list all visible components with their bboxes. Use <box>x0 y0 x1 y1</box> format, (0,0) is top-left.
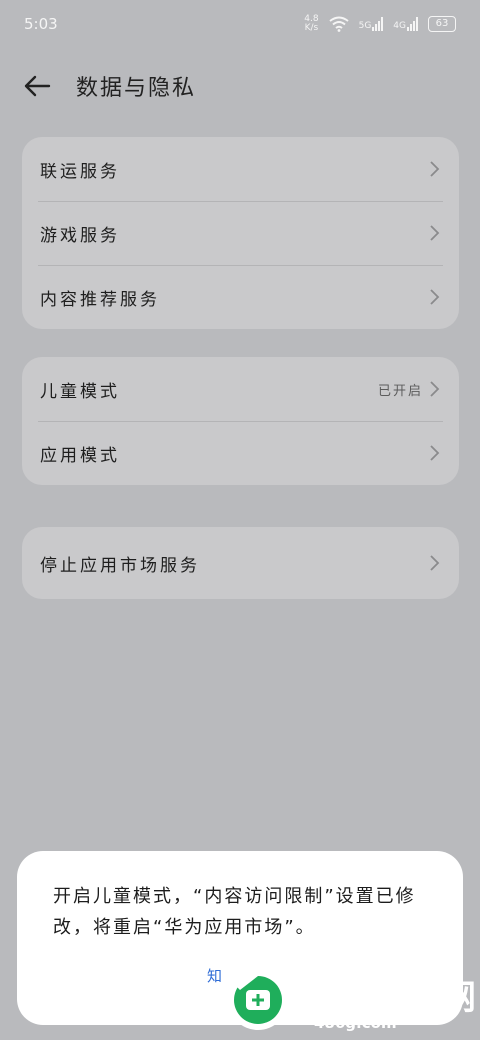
settings-item-label: 儿童模式 <box>40 381 120 402</box>
chevron-right-icon <box>430 225 440 241</box>
settings-group-stop: 停止应用市场服务 <box>22 527 459 599</box>
settings-item-label: 内容推荐服务 <box>40 289 160 310</box>
watermark-logo-icon <box>228 970 288 1030</box>
signal-icon: 5G <box>359 17 384 31</box>
sim1-label: 5G <box>358 21 372 31</box>
page-title: 数据与隐私 <box>76 76 197 101</box>
sim2-label: 4G <box>393 21 406 31</box>
settings-group-modes: 儿童模式 已开启 应用模式 <box>22 357 459 485</box>
settings-item-label: 停止应用市场服务 <box>40 555 200 576</box>
settings-group-services: 联运服务 游戏服务 内容推荐服务 <box>22 137 459 329</box>
network-speed: 4.8 K/s <box>304 15 318 33</box>
status-bar: 5:03 4.8 K/s 5G 4G 63 <box>0 0 480 48</box>
settings-item-label: 应用模式 <box>40 445 120 466</box>
status-time: 5:03 <box>24 15 58 33</box>
chevron-right-icon <box>430 289 440 305</box>
chevron-right-icon <box>430 161 440 177</box>
chevron-right-icon <box>430 555 440 571</box>
settings-item-kids-mode[interactable]: 儿童模式 已开启 <box>22 357 459 421</box>
settings-item-app-mode[interactable]: 应用模式 <box>22 421 459 485</box>
battery-icon: 63 <box>428 16 456 32</box>
dialog-message: 开启儿童模式，“内容访问限制”设置已修改，将重启“华为应用市场”。 <box>53 886 416 938</box>
settings-item-joint-operation[interactable]: 联运服务 <box>22 137 459 201</box>
watermark-brand: 486手游网 <box>298 978 477 1018</box>
wifi-icon <box>328 16 349 32</box>
battery-level: 63 <box>435 18 449 29</box>
settings-item-content-recommendation[interactable]: 内容推荐服务 <box>22 265 459 329</box>
settings-item-label: 游戏服务 <box>40 225 120 246</box>
watermark-domain: 486g.com <box>314 1014 397 1032</box>
chevron-right-icon <box>430 381 440 397</box>
watermark: 486手游网 486g.com <box>218 960 480 1040</box>
signal-icon: 4G <box>393 17 418 31</box>
settings-item-label: 联运服务 <box>40 161 120 182</box>
kids-mode-status: 已开启 <box>377 383 423 399</box>
arrow-left-icon[interactable] <box>22 71 52 101</box>
settings-item-stop-app-market[interactable]: 停止应用市场服务 <box>22 527 459 599</box>
network-speed-unit: K/s <box>304 23 319 33</box>
app-header: 数据与隐私 <box>0 62 480 110</box>
status-icons: 4.8 K/s 5G 4G 63 <box>304 15 456 33</box>
settings-item-right: 已开启 <box>378 380 441 399</box>
chevron-right-icon <box>430 445 440 461</box>
settings-item-game-services[interactable]: 游戏服务 <box>22 201 459 265</box>
